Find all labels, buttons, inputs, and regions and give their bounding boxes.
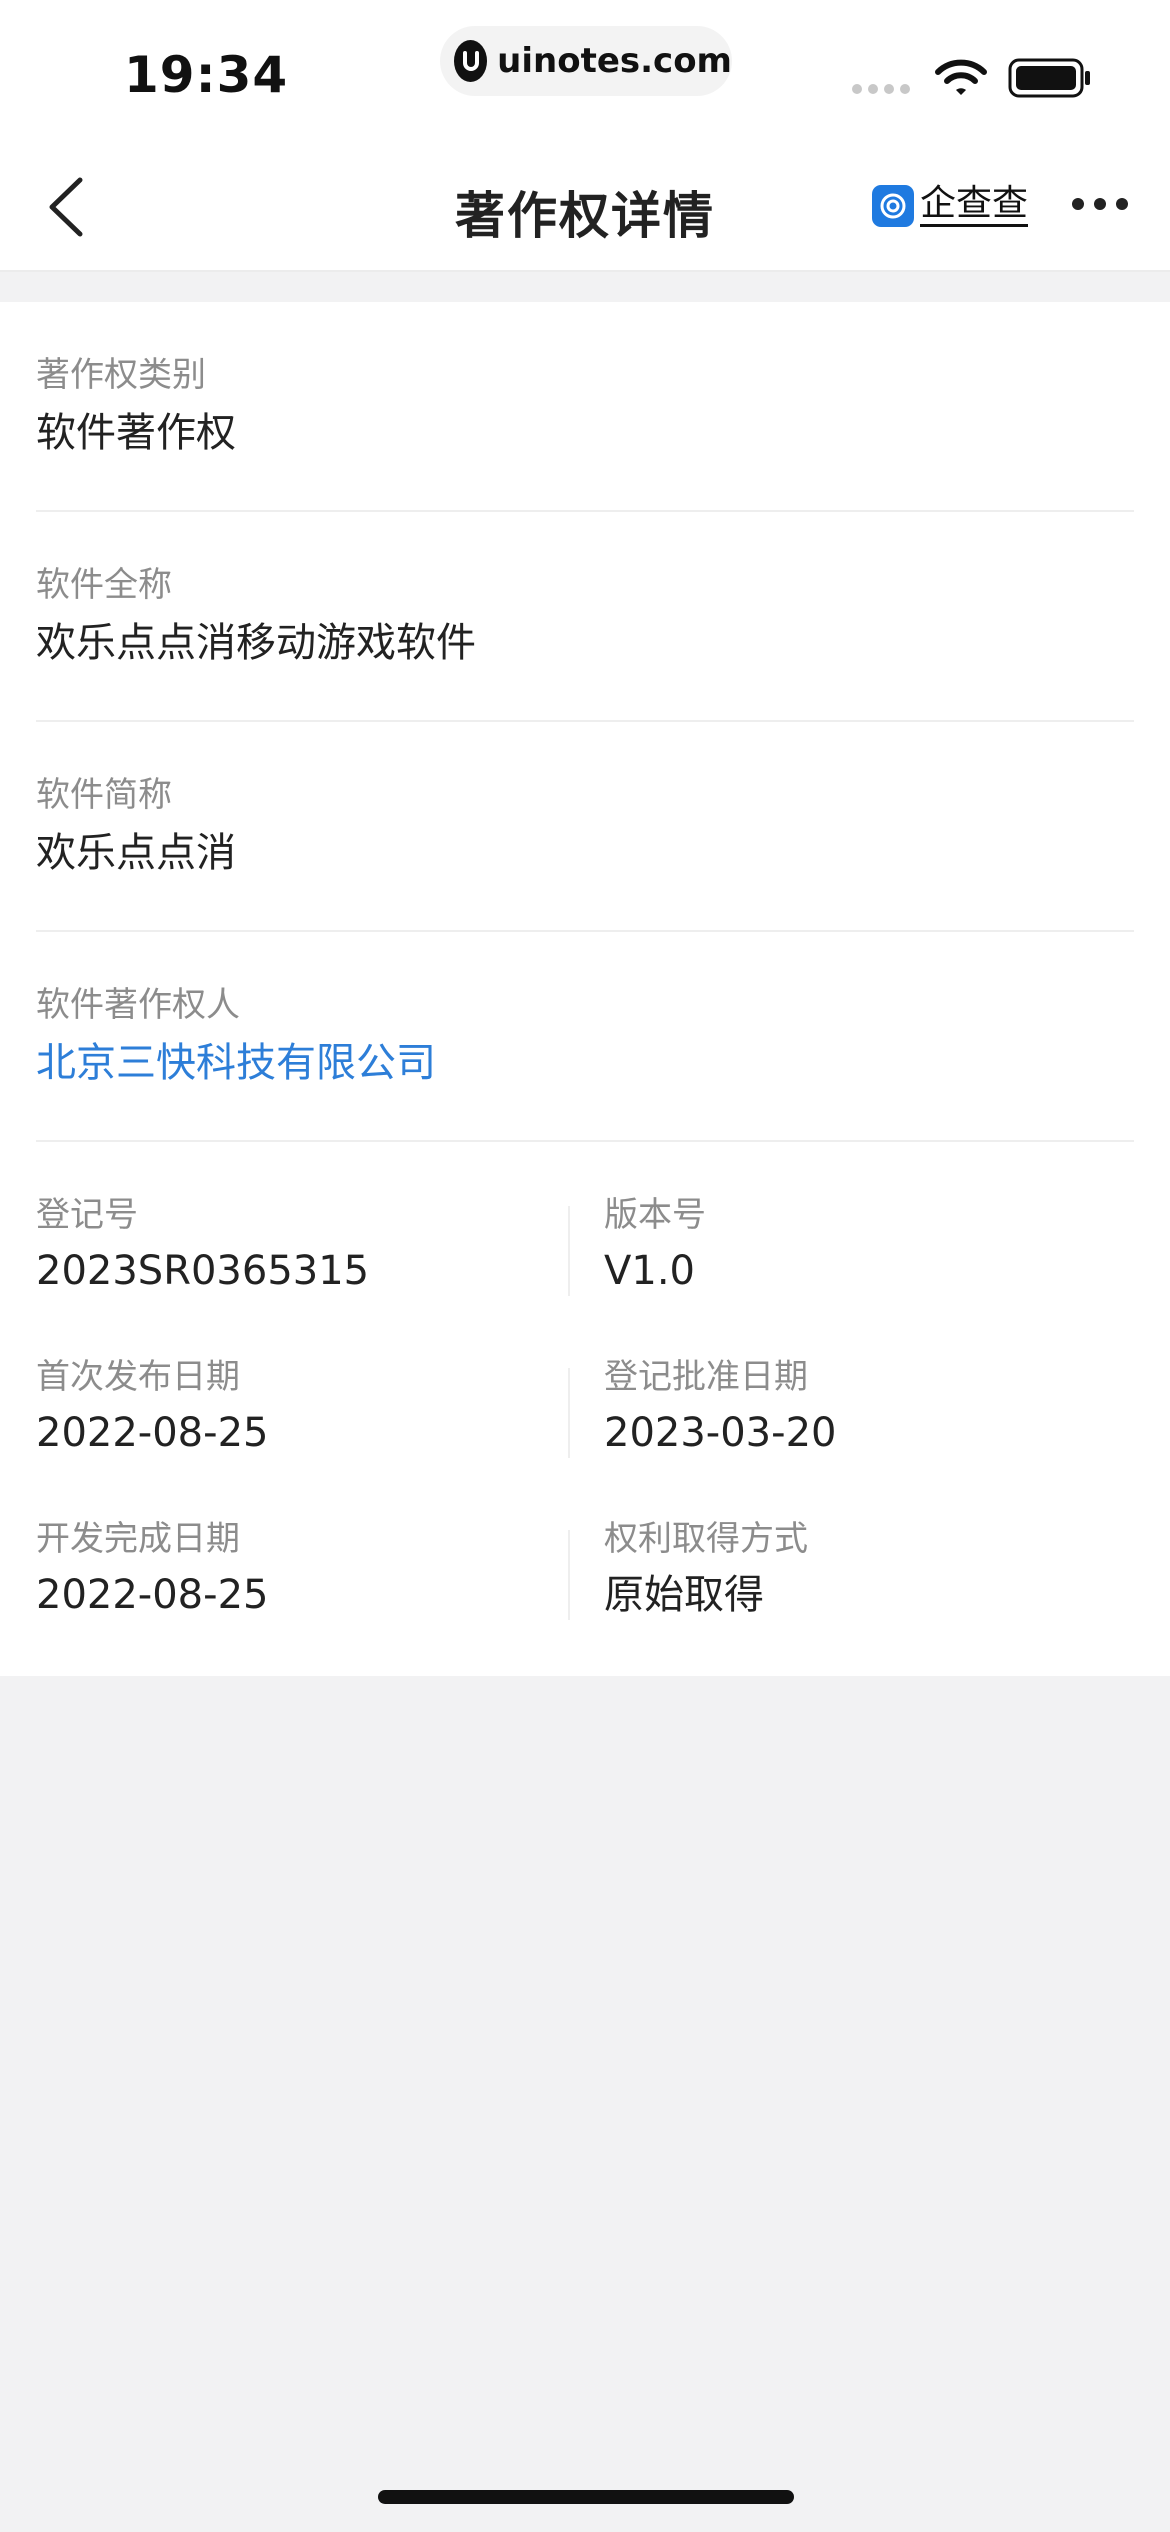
brand-link[interactable]: 企查查 — [872, 184, 1029, 227]
full-name-value: 欢乐点点消移动游戏软件 — [36, 620, 476, 666]
category-value: 软件著作权 — [36, 410, 236, 456]
owner-label: 软件著作权人 — [36, 985, 240, 1025]
version-label: 版本号 — [604, 1195, 706, 1235]
details-card: 著作权类别 软件著作权 软件全称 欢乐点点消移动游戏软件 软件简称 欢乐点点消 … — [0, 302, 1170, 1676]
completion-date-label: 开发完成日期 — [36, 1519, 240, 1559]
first-publish-date-value: 2022-08-25 — [36, 1410, 269, 1456]
version-cell: 版本号 V1.0 — [604, 1192, 1134, 1298]
brand-logo-icon — [872, 184, 914, 227]
category-field: 著作权类别 软件著作权 — [36, 352, 1134, 460]
completion-date-value: 2022-08-25 — [36, 1572, 269, 1618]
column-divider — [568, 1530, 570, 1620]
acquisition-method-label: 权利取得方式 — [604, 1519, 808, 1559]
approval-date-label: 登记批准日期 — [604, 1357, 808, 1397]
short-name-label: 软件简称 — [36, 775, 172, 815]
full-name-field: 软件全称 欢乐点点消移动游戏软件 — [36, 562, 1134, 670]
registration-number-cell: 登记号 2023SR0365315 — [36, 1192, 556, 1298]
approval-date-value: 2023-03-20 — [604, 1410, 837, 1456]
column-divider — [568, 1368, 570, 1458]
battery-icon — [1008, 58, 1092, 102]
more-button[interactable] — [1072, 198, 1128, 210]
status-time: 19:34 — [124, 46, 289, 104]
brand-name: 企查查 — [920, 184, 1029, 227]
divider — [36, 1140, 1134, 1142]
short-name-field: 软件简称 欢乐点点消 — [36, 772, 1134, 880]
divider — [36, 510, 1134, 512]
page: 19:34 uinotes.com 著作权详情 企查查 著作权类别 软件著作权 … — [0, 0, 1170, 2532]
section-gap — [0, 272, 1170, 302]
nav-header: 著作权详情 企查查 — [0, 140, 1170, 272]
grid-row-dates: 首次发布日期 2022-08-25 登记批准日期 2023-03-20 — [0, 1354, 1170, 1474]
grid-row-registration: 登记号 2023SR0365315 版本号 V1.0 — [0, 1192, 1170, 1312]
url-pill[interactable]: uinotes.com — [440, 26, 732, 96]
owner-field: 软件著作权人 北京三快科技有限公司 — [36, 982, 1134, 1090]
signal-icon — [852, 84, 910, 94]
first-publish-date-label: 首次发布日期 — [36, 1357, 240, 1397]
version-value: V1.0 — [604, 1248, 695, 1294]
first-publish-date-cell: 首次发布日期 2022-08-25 — [36, 1354, 556, 1460]
wifi-icon — [934, 58, 988, 102]
divider — [36, 720, 1134, 722]
grid-row-completion: 开发完成日期 2022-08-25 权利取得方式 原始取得 — [0, 1516, 1170, 1636]
status-bar: 19:34 uinotes.com — [0, 0, 1170, 140]
top-area: 19:34 uinotes.com 著作权详情 企查查 — [0, 0, 1170, 272]
column-divider — [568, 1206, 570, 1296]
home-indicator[interactable] — [378, 2490, 794, 2504]
site-logo-icon — [454, 40, 488, 82]
short-name-value: 欢乐点点消 — [36, 830, 236, 876]
category-label: 著作权类别 — [36, 355, 206, 395]
more-dots-icon — [1072, 198, 1084, 210]
registration-number-label: 登记号 — [36, 1195, 138, 1235]
url-text: uinotes.com — [497, 41, 732, 81]
acquisition-method-value: 原始取得 — [604, 1572, 764, 1618]
owner-link[interactable]: 北京三快科技有限公司 — [36, 1036, 1134, 1090]
approval-date-cell: 登记批准日期 2023-03-20 — [604, 1354, 1134, 1460]
divider — [36, 930, 1134, 932]
completion-date-cell: 开发完成日期 2022-08-25 — [36, 1516, 556, 1622]
full-name-label: 软件全称 — [36, 565, 172, 605]
registration-number-value: 2023SR0365315 — [36, 1248, 370, 1294]
acquisition-method-cell: 权利取得方式 原始取得 — [604, 1516, 1134, 1622]
